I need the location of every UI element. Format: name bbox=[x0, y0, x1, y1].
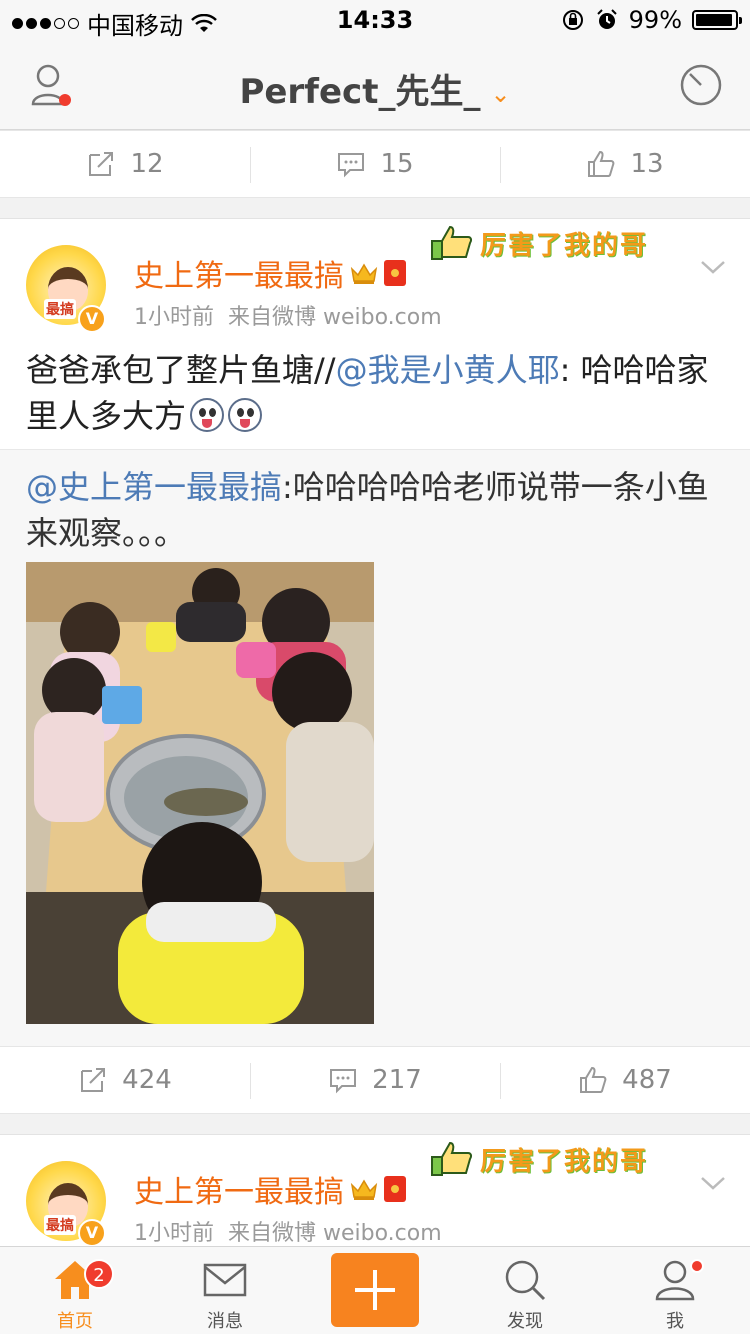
page-title-text: Perfect_先生_ bbox=[239, 72, 481, 112]
emoji-icon bbox=[190, 398, 225, 432]
share-icon bbox=[89, 152, 114, 176]
like-count: 13 bbox=[630, 149, 664, 179]
thumbs-up-sticker-icon bbox=[431, 225, 473, 260]
home-badge: 2 bbox=[84, 1259, 114, 1289]
avatar-tag: 最搞 bbox=[44, 1215, 76, 1235]
photo-image bbox=[26, 562, 374, 1024]
author-name[interactable]: 史上第一最最搞 bbox=[134, 1167, 344, 1211]
battery-icon bbox=[692, 10, 742, 30]
author-name-row[interactable]: 史上第一最最搞 bbox=[134, 251, 406, 295]
comment-button[interactable]: 15 bbox=[250, 131, 500, 197]
like-count: 487 bbox=[622, 1065, 672, 1095]
like-button[interactable]: 487 bbox=[500, 1047, 750, 1113]
post-card[interactable]: 最搞 V 史上第一最最搞 厉害了我的哥 1小时前 来自微博 weibo.com 爸… bbox=[0, 218, 750, 1047]
chevron-down-icon[interactable] bbox=[700, 1175, 726, 1191]
battery-percent: 99% bbox=[628, 6, 682, 34]
mention-link[interactable]: @我是小黄人耶 bbox=[336, 351, 560, 389]
repost-block[interactable]: @史上第一最最搞:哈哈哈哈哈老师说带一条小鱼来观察。。。 bbox=[0, 449, 750, 1047]
tab-me[interactable]: 我 bbox=[600, 1247, 750, 1334]
tab-compose[interactable] bbox=[300, 1247, 450, 1334]
mail-icon bbox=[203, 1263, 247, 1297]
post-time: 1小时前 bbox=[134, 305, 214, 330]
sticker-text: 厉害了我的哥 bbox=[480, 1146, 649, 1177]
post-text: 爸爸承包了整片鱼塘//@我是小黄人耶: 哈哈哈家里人多大方 bbox=[26, 347, 726, 439]
emoji-icon bbox=[228, 398, 263, 432]
compose-button[interactable] bbox=[331, 1253, 419, 1327]
verified-badge: V bbox=[78, 1219, 106, 1247]
comment-count: 15 bbox=[380, 149, 414, 179]
share-icon bbox=[81, 1068, 106, 1092]
repost-button[interactable]: 12 bbox=[0, 131, 250, 197]
repost-count: 424 bbox=[122, 1065, 172, 1095]
thumbs-up-icon bbox=[588, 150, 615, 177]
comment-icon bbox=[338, 153, 365, 178]
card-sticker: 厉害了我的哥 bbox=[430, 223, 648, 263]
prev-post-actions: 12 15 13 bbox=[0, 130, 750, 198]
like-button[interactable]: 13 bbox=[500, 131, 750, 197]
sticker-text: 厉害了我的哥 bbox=[480, 230, 649, 261]
comment-count: 217 bbox=[372, 1065, 422, 1095]
repost-count: 12 bbox=[130, 149, 164, 179]
repost-button[interactable]: 424 bbox=[0, 1047, 250, 1113]
tab-home-label: 首页 bbox=[57, 1311, 93, 1332]
radar-icon[interactable] bbox=[678, 62, 724, 108]
search-icon bbox=[505, 1260, 546, 1301]
crown-icon bbox=[350, 1179, 378, 1200]
tab-discover-label: 发现 bbox=[507, 1311, 543, 1332]
post-text-part: 爸爸承包了整片鱼塘// bbox=[26, 351, 336, 389]
tab-messages-label: 消息 bbox=[207, 1311, 243, 1332]
repost-text: @史上第一最最搞:哈哈哈哈哈老师说带一条小鱼来观察。。。 bbox=[26, 464, 726, 556]
avatar-tag: 最搞 bbox=[44, 299, 76, 319]
post-source: 来自微博 weibo.com bbox=[228, 305, 442, 330]
card-sticker: 厉害了我的哥 bbox=[430, 1139, 648, 1179]
red-packet-icon bbox=[384, 1176, 406, 1202]
post-meta: 1小时前 来自微博 weibo.com bbox=[134, 1215, 456, 1247]
red-packet-icon bbox=[384, 260, 406, 286]
verified-badge: V bbox=[78, 305, 106, 333]
alarm-icon bbox=[596, 9, 617, 29]
tab-bar: 2 首页 消息 发现 我 bbox=[0, 1246, 750, 1334]
comment-button[interactable]: 217 bbox=[250, 1047, 500, 1113]
author-name[interactable]: 史上第一最最搞 bbox=[134, 251, 344, 295]
tab-discover[interactable]: 发现 bbox=[450, 1247, 600, 1334]
tab-messages[interactable]: 消息 bbox=[150, 1247, 300, 1334]
post-meta: 1小时前 来自微博 weibo.com bbox=[134, 299, 456, 331]
status-bar: 中国移动 14:33 99% bbox=[0, 0, 750, 40]
me-notification-dot bbox=[690, 1259, 704, 1273]
chevron-down-icon: ⌄ bbox=[490, 79, 511, 108]
page-title[interactable]: Perfect_先生_ ⌄ bbox=[0, 64, 750, 113]
next-post-card[interactable]: 最搞 V 史上第一最最搞 厉害了我的哥 1小时前 来自微博 weibo.com bbox=[0, 1134, 750, 1247]
post-photo[interactable] bbox=[26, 562, 374, 1024]
comment-icon bbox=[330, 1069, 357, 1094]
nav-bar: Perfect_先生_ ⌄ bbox=[0, 40, 750, 130]
thumbs-up-icon bbox=[580, 1066, 607, 1093]
chevron-down-icon[interactable] bbox=[700, 259, 726, 275]
repost-mention-link[interactable]: @史上第一最最搞 bbox=[26, 468, 282, 506]
thumbs-up-sticker-icon bbox=[431, 1141, 473, 1176]
author-name-row[interactable]: 史上第一最最搞 bbox=[134, 1167, 406, 1211]
tab-home[interactable]: 2 首页 bbox=[0, 1247, 150, 1334]
tab-me-label: 我 bbox=[666, 1311, 684, 1332]
rotation-lock-icon bbox=[562, 10, 583, 30]
post-actions: 424 217 487 bbox=[0, 1046, 750, 1114]
crown-icon bbox=[350, 263, 378, 284]
post-source: 来自微博 weibo.com bbox=[228, 1221, 442, 1246]
post-time: 1小时前 bbox=[134, 1221, 214, 1246]
